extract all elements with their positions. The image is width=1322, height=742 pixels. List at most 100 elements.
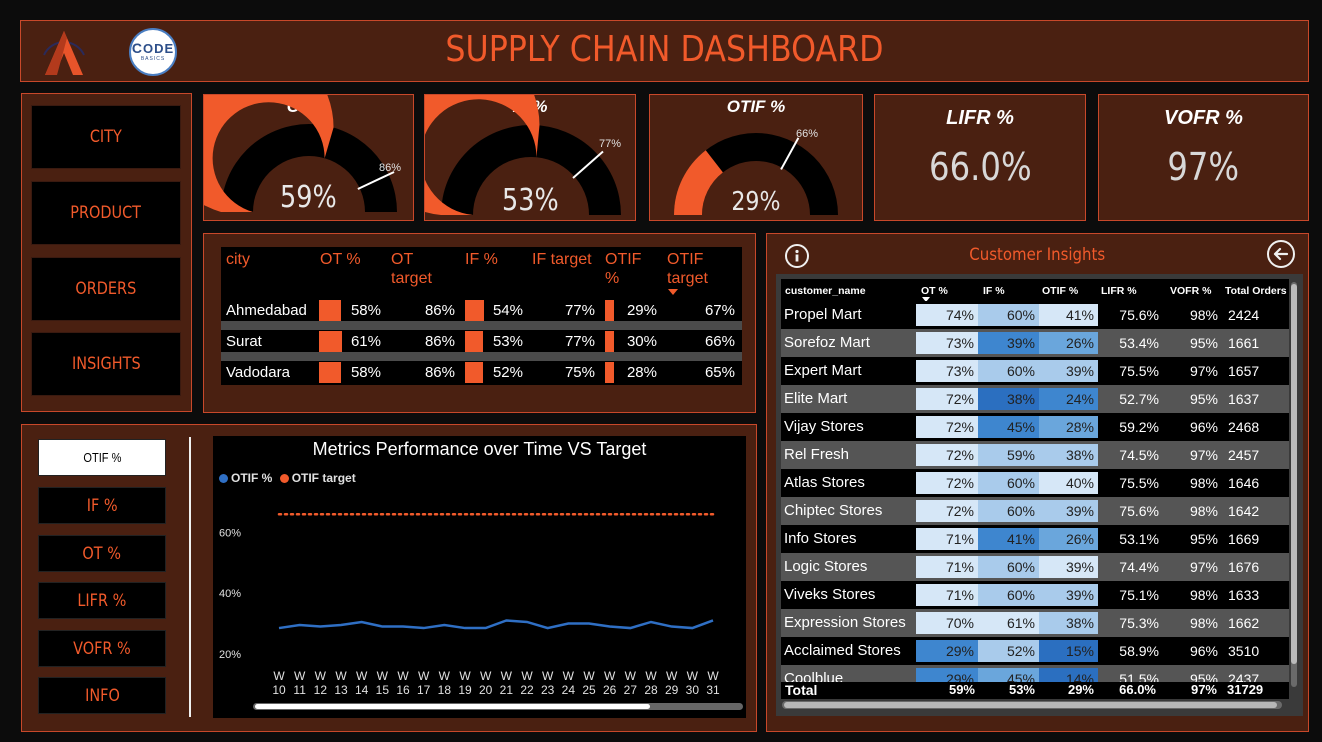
col-if-target[interactable]: IF target — [532, 250, 592, 269]
city-otif-cell: 29% — [626, 302, 657, 319]
x-tick-prefix: W — [294, 669, 306, 683]
metrics-chart: Metrics Performance over Time VS Target … — [213, 436, 746, 718]
vofr-card-title: VOFR % — [1164, 107, 1243, 129]
metric-lifr-button[interactable]: LIFR % — [38, 582, 166, 619]
customer-row[interactable]: Vijay Stores 72% 45% 28% 59.2% 96% 2468 — [781, 413, 1289, 441]
lifr-card: LIFR % 66.0% — [874, 94, 1086, 221]
customer-row[interactable]: Info Stores 71% 41% 26% 53.1% 95% 1669 — [781, 525, 1289, 553]
customer-row[interactable]: Expert Mart 73% 60% 39% 75.5% 97% 1657 — [781, 357, 1289, 385]
customer-name: Elite Mart — [784, 390, 848, 407]
customer-name: Atlas Stores — [784, 474, 865, 491]
cust-col-otif[interactable]: OTIF % — [1042, 285, 1078, 297]
customer-row[interactable]: Sorefoz Mart 73% 39% 26% 53.4% 95% 1661 — [781, 329, 1289, 357]
vertical-scrollbar[interactable] — [1291, 282, 1297, 687]
metric-if-button[interactable]: IF % — [38, 487, 166, 524]
x-tick-label: 24 — [562, 683, 576, 697]
x-tick-label: 14 — [355, 683, 369, 697]
x-tick-label: 31 — [706, 683, 720, 697]
x-tick-prefix: W — [315, 669, 327, 683]
customer-vofr-cell: 98% — [1189, 307, 1218, 323]
total-label: Total — [785, 682, 818, 698]
total-row: Total 59% 53% 29% 66.0% 97% 31729 — [781, 682, 1289, 699]
customer-row[interactable]: Viveks Stores 71% 60% 39% 75.1% 98% 1633 — [781, 581, 1289, 609]
metric-vofr-button[interactable]: VOFR % — [38, 630, 166, 667]
nav-insights-button[interactable]: INSIGHTS — [31, 332, 181, 396]
header-bar: CODE BASICS SUPPLY CHAIN DASHBOARD — [20, 20, 1309, 82]
chart-scrollbar-thumb[interactable] — [255, 704, 650, 709]
nav-orders-button[interactable]: ORDERS — [31, 257, 181, 321]
city-row: Surat 61% 86% 53% 77% 30% 66% — [221, 330, 742, 352]
city-otif-target-cell: 67% — [704, 302, 735, 319]
customer-row[interactable]: Rel Fresh 72% 59% 38% 74.5% 97% 2457 — [781, 441, 1289, 469]
metric-otif-button[interactable]: OTIF % — [38, 439, 166, 476]
total-vofr: 97% — [1190, 682, 1217, 697]
cust-col-ot[interactable]: OT % — [921, 285, 948, 297]
if-target-label: 77% — [599, 138, 622, 150]
customer-row[interactable]: Logic Stores 71% 60% 39% 74.4% 97% 1676 — [781, 553, 1289, 581]
customer-ot-cell: 73% — [916, 360, 978, 382]
x-tick-label: 29 — [665, 683, 679, 697]
customer-row[interactable]: Atlas Stores 72% 60% 40% 75.5% 98% 1646 — [781, 469, 1289, 497]
customer-row[interactable]: Elite Mart 72% 38% 24% 52.7% 95% 1637 — [781, 385, 1289, 413]
customer-otif-cell: 24% — [1039, 388, 1098, 410]
customer-insights-title: Customer Insights — [969, 245, 1106, 265]
line-chart-svg: 20%40%60%W10W11W12W13W14W15W16W17W18W19W… — [219, 512, 743, 710]
col-ot-target[interactable]: OT target — [391, 250, 432, 288]
cust-col-vofr[interactable]: VOFR % — [1170, 285, 1211, 297]
customer-row[interactable]: Chiptec Stores 72% 60% 39% 75.6% 98% 1642 — [781, 497, 1289, 525]
col-otif[interactable]: OTIF% — [605, 250, 641, 288]
cust-col-total[interactable]: Total Orders — [1225, 285, 1287, 297]
city-ot-cell: 61% — [350, 333, 381, 350]
customer-otif-cell: 38% — [1039, 612, 1098, 634]
lifr-card-title: LIFR % — [946, 107, 1014, 129]
back-arrow-icon[interactable] — [1267, 240, 1295, 268]
total-lifr: 66.0% — [1119, 682, 1156, 697]
cust-col-lifr[interactable]: LIFR % — [1101, 285, 1137, 297]
city-if-cell: 52% — [492, 364, 523, 381]
cust-col-name[interactable]: customer_name — [785, 285, 866, 297]
metric-ot-button[interactable]: OT % — [38, 535, 166, 572]
city-city-cell: Surat — [226, 333, 262, 350]
total-ot: 59% — [948, 682, 975, 697]
customer-vofr-cell: 96% — [1189, 419, 1218, 435]
customer-otif-cell: 26% — [1039, 332, 1098, 354]
customer-if-cell: 60% — [978, 500, 1039, 522]
x-tick-label: 15 — [376, 683, 390, 697]
x-tick-prefix: W — [583, 669, 595, 683]
otif-series-line[interactable] — [278, 619, 714, 630]
customer-ot-cell: 74% — [916, 304, 978, 326]
metric-info-button[interactable]: INFO — [38, 677, 166, 714]
customer-vofr-cell: 95% — [1189, 335, 1218, 351]
customer-total-orders-cell: 2424 — [1228, 307, 1260, 323]
customer-row[interactable]: Expression Stores 70% 61% 38% 75.3% 98% 1662 — [781, 609, 1289, 637]
horizontal-scrollbar[interactable] — [782, 701, 1282, 709]
x-tick-prefix: W — [501, 669, 513, 683]
customer-name: Expert Mart — [784, 362, 862, 379]
x-tick-label: 28 — [644, 683, 658, 697]
col-ot[interactable]: OT % — [320, 250, 361, 269]
city-row: Vadodara 58% 86% 52% 75% 28% 65% — [221, 361, 742, 383]
customer-name: Logic Stores — [784, 558, 868, 575]
x-tick-prefix: W — [687, 669, 699, 683]
customer-ot-cell: 73% — [916, 332, 978, 354]
nav-city-button[interactable]: CITY — [31, 105, 181, 169]
col-city[interactable]: city — [226, 250, 250, 269]
city-ot-cell: 58% — [350, 364, 381, 381]
city-otif-cell: 28% — [626, 364, 657, 381]
nav-product-button[interactable]: PRODUCT — [31, 181, 181, 245]
row-separator — [221, 352, 742, 361]
customer-lifr-cell: 53.1% — [1119, 531, 1159, 547]
customer-name: Expression Stores — [784, 614, 906, 631]
vofr-value: 97% — [1167, 145, 1240, 189]
x-tick-prefix: W — [645, 669, 657, 683]
customer-row[interactable]: Acclaimed Stores 29% 52% 15% 58.9% 96% 3510 — [781, 637, 1289, 665]
col-otif-target[interactable]: OTIF target — [667, 250, 708, 288]
customer-ot-cell: 72% — [916, 500, 978, 522]
city-if-target-cell: 75% — [564, 364, 595, 381]
customer-vofr-cell: 95% — [1189, 391, 1218, 407]
customer-ot-cell: 71% — [916, 556, 978, 578]
city-city-cell: Vadodara — [226, 364, 290, 381]
col-if[interactable]: IF % — [465, 250, 498, 269]
customer-row[interactable]: Propel Mart 74% 60% 41% 75.6% 98% 2424 — [781, 301, 1289, 329]
cust-col-if[interactable]: IF % — [983, 285, 1005, 297]
